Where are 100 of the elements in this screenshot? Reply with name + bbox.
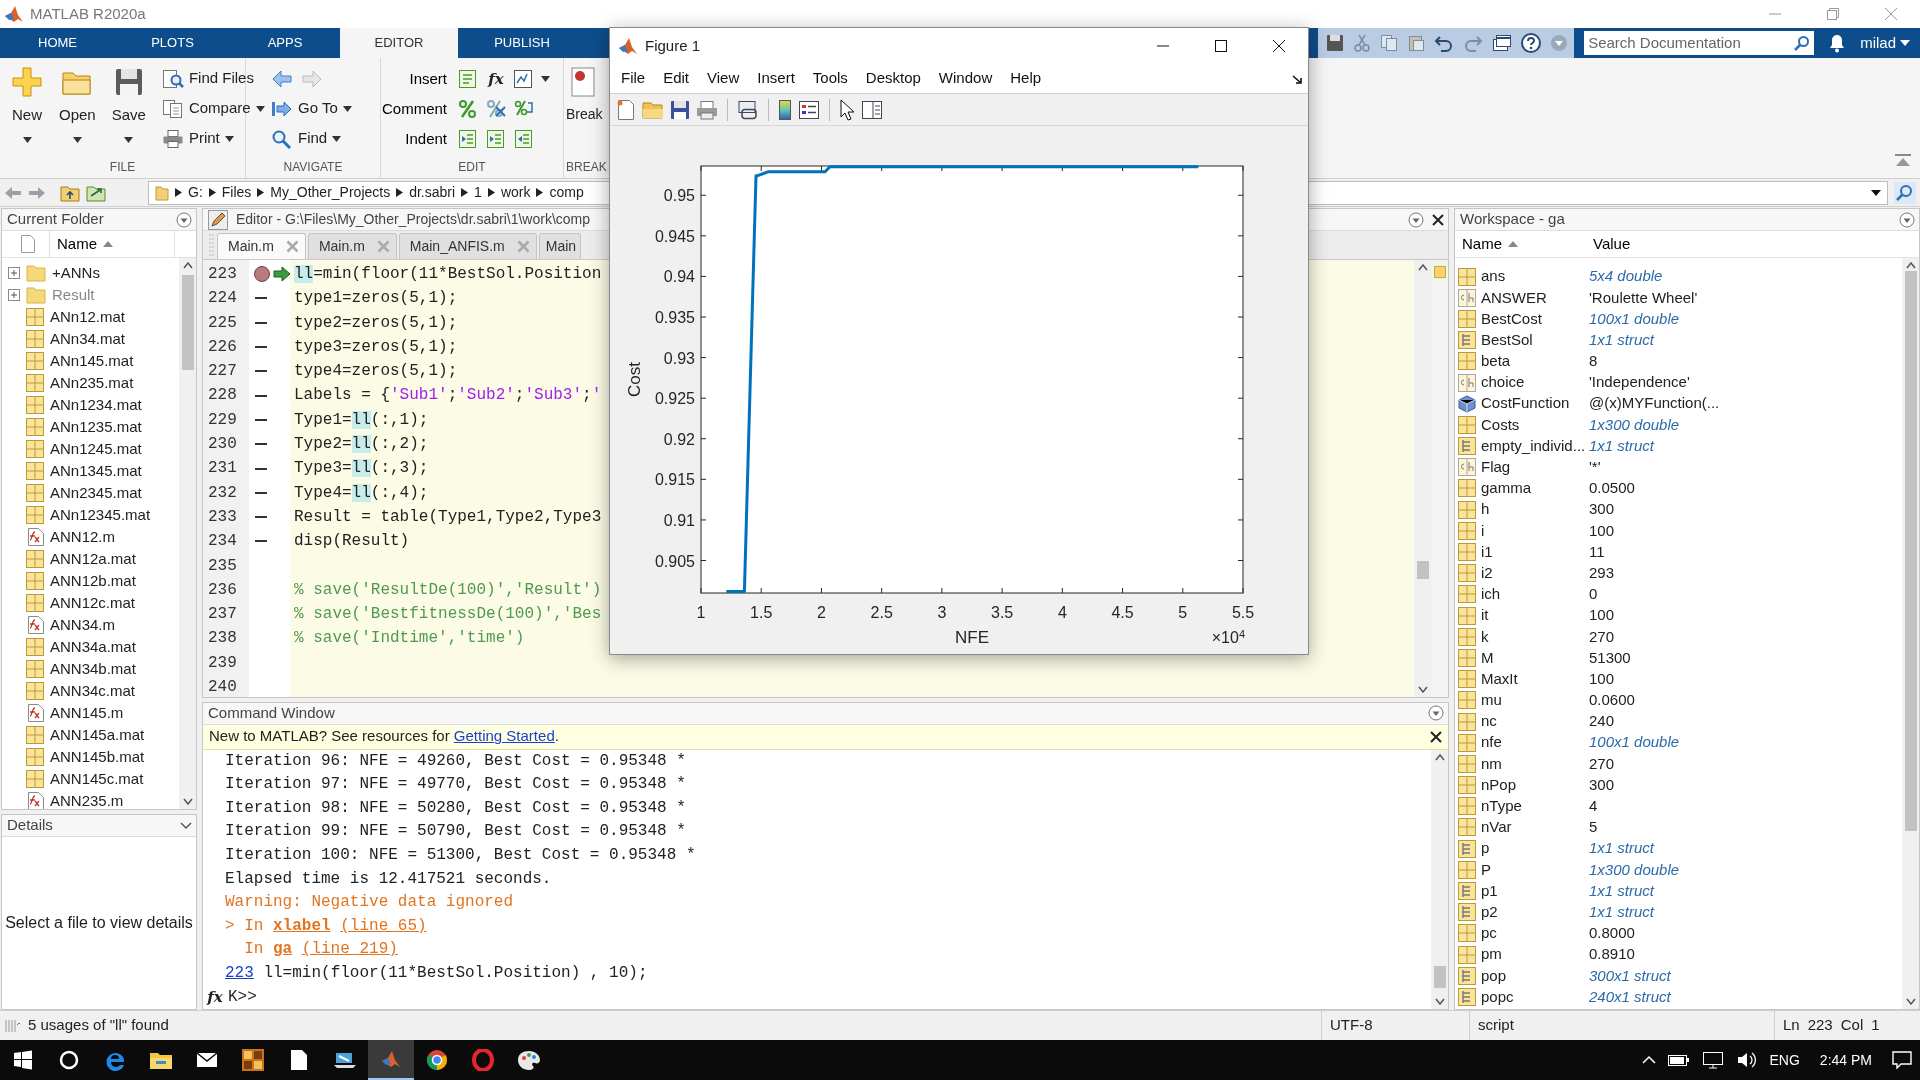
variable-value: 293 (1588, 562, 1615, 583)
variable-value: 300 (1588, 774, 1615, 795)
variable-value: 5 (1588, 817, 1598, 838)
tick-label: 0.95 (663, 187, 695, 205)
tick-label: 2 (817, 604, 826, 621)
line-number: 224 (207, 288, 237, 310)
tick-label: 0.91 (663, 511, 695, 529)
stack-trace-line: In ga (line 219) (243, 940, 398, 959)
stack-trace-line: > In xlabel (line 65) (225, 916, 427, 935)
cursor-position-value: 223 (1807, 1015, 1833, 1036)
line-number: 230 (207, 434, 237, 456)
variable-value: '*' (1588, 457, 1601, 478)
code-line: % save('Indtime','time') (294, 628, 525, 650)
output-line: Iteration 98: NFE = 50280, Best Cost = 0.95348 * (225, 798, 686, 817)
banner-message: New to MATLAB? See resources for Getting Started. (209, 726, 559, 747)
code-line: type4=zeros(5,1); (294, 361, 458, 383)
tick-label: 0.94 (663, 268, 695, 286)
variable-value: 0.8910 (1588, 944, 1635, 965)
warning-line: Warning: Negative data ignored (225, 893, 514, 912)
output-line: Elapsed time is 12.417521 seconds. (225, 869, 552, 888)
window-title: MATLAB R2020a (30, 3, 146, 24)
variable-value: 270 (1588, 753, 1615, 774)
window-title: Figure 1 (645, 35, 701, 56)
variable-value: 100 (1588, 520, 1615, 541)
cursor-position-value: 1 (1871, 1015, 1880, 1036)
status-message: 5 usages of "ll" found (28, 1015, 169, 1036)
variable-value: 1x1 struct (1588, 838, 1655, 859)
x-axis-label: NFE (955, 628, 989, 647)
tick-label: 1 (696, 604, 706, 621)
y-axis-label: Cost (625, 362, 644, 397)
code-line: Type3=ll(:,3); (294, 458, 429, 480)
tick-label: 0.915 (654, 471, 695, 489)
line-number: 225 (207, 312, 237, 334)
line-number: 238 (207, 628, 237, 650)
tick-label: 1.5 (750, 604, 773, 621)
variable-value: 1x300 double (1588, 414, 1680, 435)
variable-value: 0 (1588, 584, 1598, 605)
line-number: 237 (207, 604, 237, 626)
output-line: Iteration 99: NFE = 50790, Best Cost = 0.95348 * (225, 822, 686, 841)
variable-value: 'Independence' (1588, 372, 1690, 393)
section-label: NAVIGATE (282, 159, 344, 176)
editor-title: Editor - G:\Files\My_Other_Projects\dr.sabri\1\work\comp (236, 210, 590, 229)
line-number: 226 (207, 336, 237, 358)
variable-value: 0.0600 (1588, 690, 1635, 711)
tick-label: 3 (937, 604, 947, 621)
cursor-position-label: Col (1840, 1015, 1864, 1036)
code-line: Type4=ll(:,4); (294, 482, 429, 504)
tick-label: 4 (1057, 604, 1067, 621)
tick-label: 0.92 (663, 430, 695, 448)
code-line: ll=min(floor(11*BestSol.Position (294, 264, 602, 285)
variable-value: 'Roulette Wheel' (1588, 287, 1698, 308)
variable-value: 5x4 double (1588, 266, 1663, 287)
code-line: type2=zeros(5,1); (294, 312, 458, 334)
output-line: Iteration 97: NFE = 49770, Best Cost = 0.95348 * (225, 775, 686, 794)
line-number: 234 (207, 531, 237, 553)
panel-title: Current Folder (7, 209, 104, 230)
code-line: % save('BestfitnessDe(100)','Bes (294, 604, 602, 626)
variable-value: 1x1 struct (1588, 880, 1655, 901)
line-number: 232 (207, 482, 237, 504)
cursor-position-label: Ln (1783, 1015, 1800, 1036)
variable-value: 270 (1588, 626, 1615, 647)
line-number: 235 (207, 555, 237, 577)
tick-label: 2.5 (870, 604, 893, 621)
axis-multiplier: ×10$^{4}$ (1211, 626, 1245, 648)
variable-value: 300x1 struct (1588, 965, 1671, 986)
panel-title: Command Window (208, 702, 335, 723)
tick-label: 0.935 (654, 309, 695, 326)
section-label: FILE (108, 159, 137, 176)
tick-label: 0.93 (663, 349, 695, 367)
tick-label: 0.945 (654, 227, 695, 245)
variable-value: 100 (1588, 668, 1615, 689)
line-number: 239 (207, 652, 237, 674)
line-number: 240 (207, 677, 237, 697)
line-number: 227 (207, 361, 237, 383)
line-number: 228 (207, 385, 237, 407)
panel-title: Details (7, 815, 53, 836)
variable-value: 1x300 double (1588, 859, 1680, 880)
variable-value: 0.0500 (1588, 478, 1635, 499)
line-number: 236 (207, 579, 237, 601)
tick-label: 5.5 (1231, 604, 1255, 621)
variable-value: 4 (1588, 796, 1598, 817)
section-label: EDIT (457, 159, 487, 176)
code-line: disp(Result) (294, 531, 410, 553)
variable-value: 240 (1588, 711, 1615, 732)
panel-title: Workspace - ga (1460, 209, 1565, 230)
variable-value: @(x)MYFunction(... (1588, 393, 1720, 414)
variable-value: 1x1 struct (1588, 901, 1655, 922)
tick-label: 3.5 (991, 604, 1014, 621)
variable-value: 0.8000 (1588, 923, 1635, 944)
variable-value: 240x1 struct (1588, 986, 1671, 1007)
variable-value: 8 (1588, 351, 1598, 372)
code-line: type1=zeros(5,1); (294, 288, 458, 310)
variable-value: 1x1 struct (1588, 435, 1655, 456)
file-type-label: script (1478, 1015, 1514, 1036)
line-number: 231 (207, 458, 237, 480)
code-line: % save('ResultDe(100)','Result') (294, 579, 602, 601)
tick-label: 5 (1178, 604, 1188, 621)
code-line: type3=zeros(5,1); (294, 336, 458, 358)
command-echo-line: 223 ll=min(floor(11*BestSol.Position) , 10); (225, 964, 648, 982)
details-message: Select a file to view details (5, 913, 193, 933)
